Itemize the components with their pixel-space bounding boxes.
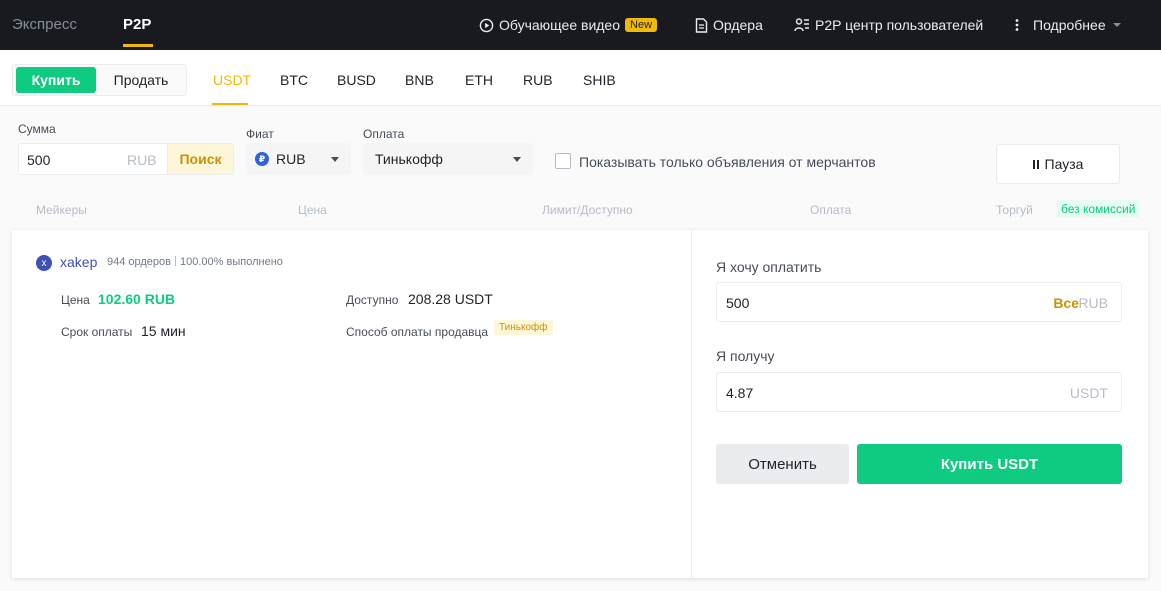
pay-time-label: Срок оплаты	[61, 325, 133, 339]
top-navigation: Экспресс P2P Обучающее видео New Ордера …	[0, 0, 1161, 50]
pay-amount-input[interactable]: 500 Все RUB	[716, 282, 1122, 322]
maker-stats: 944 ордеров 100.00% выполнено	[107, 256, 283, 268]
receive-amount-input[interactable]: 4.87 USDT	[716, 372, 1122, 412]
tab-p2p[interactable]: P2P	[123, 16, 151, 33]
payment-select[interactable]: Тинькофф	[363, 143, 533, 175]
pay-amount-label: Я хочу оплатить	[716, 259, 822, 275]
new-badge: New	[625, 18, 658, 32]
more-menu[interactable]: Подробнее	[1012, 0, 1127, 50]
merchant-only-label[interactable]: Показывать только объявления от мерчанто…	[579, 154, 876, 170]
tutorial-video-label: Обучающее видео	[499, 17, 621, 33]
payment-value: Тинькофф	[375, 151, 443, 167]
asset-tab-row: Купить Продать USDT BTC BUSD BNB ETH RUB…	[0, 50, 1161, 106]
cancel-button[interactable]: Отменить	[716, 444, 849, 484]
tab-usdt[interactable]: USDT	[213, 72, 251, 88]
pause-label: Пауза	[1044, 156, 1084, 172]
tab-express[interactable]: Экспресс	[12, 16, 77, 33]
sell-toggle-button[interactable]: Продать	[99, 67, 183, 93]
coin-tab-indicator	[212, 103, 248, 105]
maker-name[interactable]: xakep	[60, 254, 97, 270]
no-fee-badge: без комиссий	[1057, 200, 1140, 218]
orders-link[interactable]: Ордера	[695, 0, 763, 50]
tab-eth[interactable]: ETH	[465, 72, 493, 88]
fiat-select[interactable]: ₽ RUB	[246, 143, 351, 175]
document-icon	[695, 17, 708, 33]
tutorial-video-link[interactable]: Обучающее видео New	[479, 0, 658, 50]
available-value: 208.28 USDT	[408, 291, 493, 307]
orders-label: Ордера	[713, 17, 763, 33]
merchant-only-checkbox[interactable]	[555, 153, 571, 169]
caret-down-icon	[513, 157, 521, 162]
tab-btc[interactable]: BTC	[280, 72, 308, 88]
amount-label: Сумма	[18, 122, 56, 136]
card-divider	[691, 230, 692, 578]
active-tab-indicator	[123, 44, 153, 47]
pay-all-button[interactable]: Все	[1053, 295, 1079, 311]
column-payment: Оплата	[810, 203, 852, 217]
p2p-center-link[interactable]: P2P центр пользователей	[794, 0, 983, 50]
completion-rate: 100.00% выполнено	[180, 256, 283, 268]
receive-amount-label: Я получу	[716, 348, 775, 364]
more-dots-icon	[1015, 19, 1019, 31]
orders-count: 944 ордеров	[107, 256, 172, 268]
p2p-center-label: P2P центр пользователей	[815, 17, 984, 33]
pay-time-value: 15 мин	[141, 323, 186, 339]
price-label: Цена	[61, 293, 90, 307]
tab-bnb[interactable]: BNB	[405, 72, 434, 88]
stats-divider	[175, 256, 177, 266]
more-label: Подробнее	[1033, 17, 1106, 33]
avatar: x	[36, 255, 52, 271]
ruble-icon: ₽	[255, 152, 269, 166]
receive-amount-value: 4.87	[726, 385, 754, 401]
column-makers: Мейкеры	[36, 203, 87, 217]
tab-shib[interactable]: SHIB	[583, 72, 616, 88]
amount-unit: RUB	[127, 152, 157, 168]
column-price: Цена	[298, 203, 327, 217]
buy-toggle-button[interactable]: Купить	[16, 67, 96, 93]
receive-amount-unit: USDT	[1069, 385, 1108, 401]
price-value: 102.60 RUB	[98, 291, 176, 307]
offer-card: x xakep 944 ордеров 100.00% выполнено Цен…	[12, 230, 1148, 578]
payment-label: Оплата	[363, 127, 405, 141]
pause-icon	[1032, 159, 1039, 169]
buy-sell-toggle: Купить Продать	[12, 64, 187, 96]
column-trade: Торгуй	[996, 203, 1033, 217]
pay-amount-unit: RUB	[1078, 295, 1108, 311]
seller-payment-tag: Тинькофф	[494, 320, 553, 335]
buy-usdt-button[interactable]: Купить USDT	[857, 444, 1122, 484]
fiat-label: Фиат	[246, 127, 274, 141]
amount-input[interactable]: 500 RUB Поиск	[18, 143, 234, 175]
fiat-value: RUB	[276, 151, 306, 167]
user-center-icon	[794, 18, 809, 32]
tab-rub[interactable]: RUB	[523, 72, 553, 88]
play-circle-icon	[479, 18, 494, 32]
pay-amount-value: 500	[726, 295, 750, 311]
caret-down-icon	[331, 157, 339, 162]
available-label: Доступно	[346, 293, 399, 307]
seller-payment-label: Способ оплаты продавца	[346, 325, 489, 339]
pause-button[interactable]: Пауза	[996, 144, 1120, 184]
search-button[interactable]: Поиск	[167, 144, 233, 174]
caret-down-icon	[1112, 23, 1121, 27]
column-limit: Лимит/Доступно	[542, 203, 633, 217]
amount-value: 500	[27, 152, 51, 168]
tab-busd[interactable]: BUSD	[337, 72, 376, 88]
